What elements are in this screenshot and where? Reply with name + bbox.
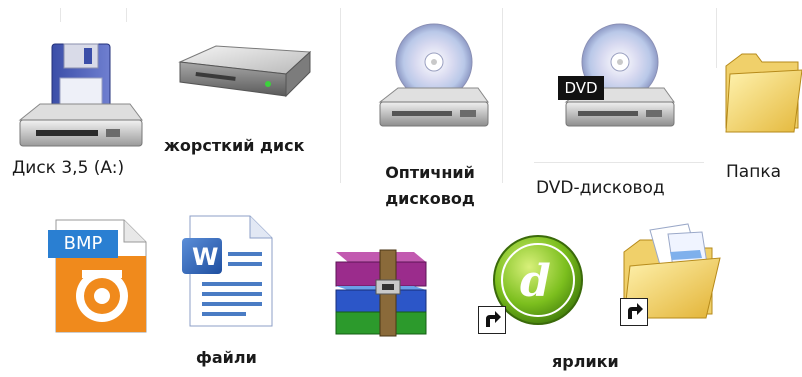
hard-disk-icon: [178, 45, 312, 98]
winrar-archive-icon: [335, 249, 427, 337]
optical-drive-label: Оптичний дисковод: [372, 160, 488, 212]
shortcut-arrow-icon: [478, 306, 506, 334]
shortcut-arrow-icon: [620, 298, 648, 326]
files-caption: файли: [196, 348, 257, 367]
dvd-badge: DVD: [558, 76, 604, 100]
shortcuts-caption: ярлики: [552, 352, 619, 371]
floppy-drive-label: Диск 3,5 (A:): [12, 158, 125, 178]
floppy-drive-icon: [18, 43, 143, 147]
folder-icon: [725, 53, 802, 133]
optical-drive-label-line1: Оптичний: [385, 163, 475, 182]
bmp-badge: BMP: [48, 230, 118, 258]
dvd-drive-label: DVD-дисковод: [536, 178, 665, 198]
optical-drive-label-line2: дисковод: [385, 189, 475, 208]
separator: [534, 162, 704, 163]
svg-text:d: d: [520, 256, 551, 307]
svg-text:W: W: [192, 243, 218, 271]
separator: [716, 8, 717, 68]
separator: [340, 8, 341, 183]
separator: [502, 8, 503, 183]
folder-label: Папка: [726, 162, 782, 182]
optical-drive-icon: [378, 23, 489, 127]
word-document-icon: W: [182, 215, 273, 327]
hard-disk-label: жорсткий диск: [164, 136, 305, 155]
